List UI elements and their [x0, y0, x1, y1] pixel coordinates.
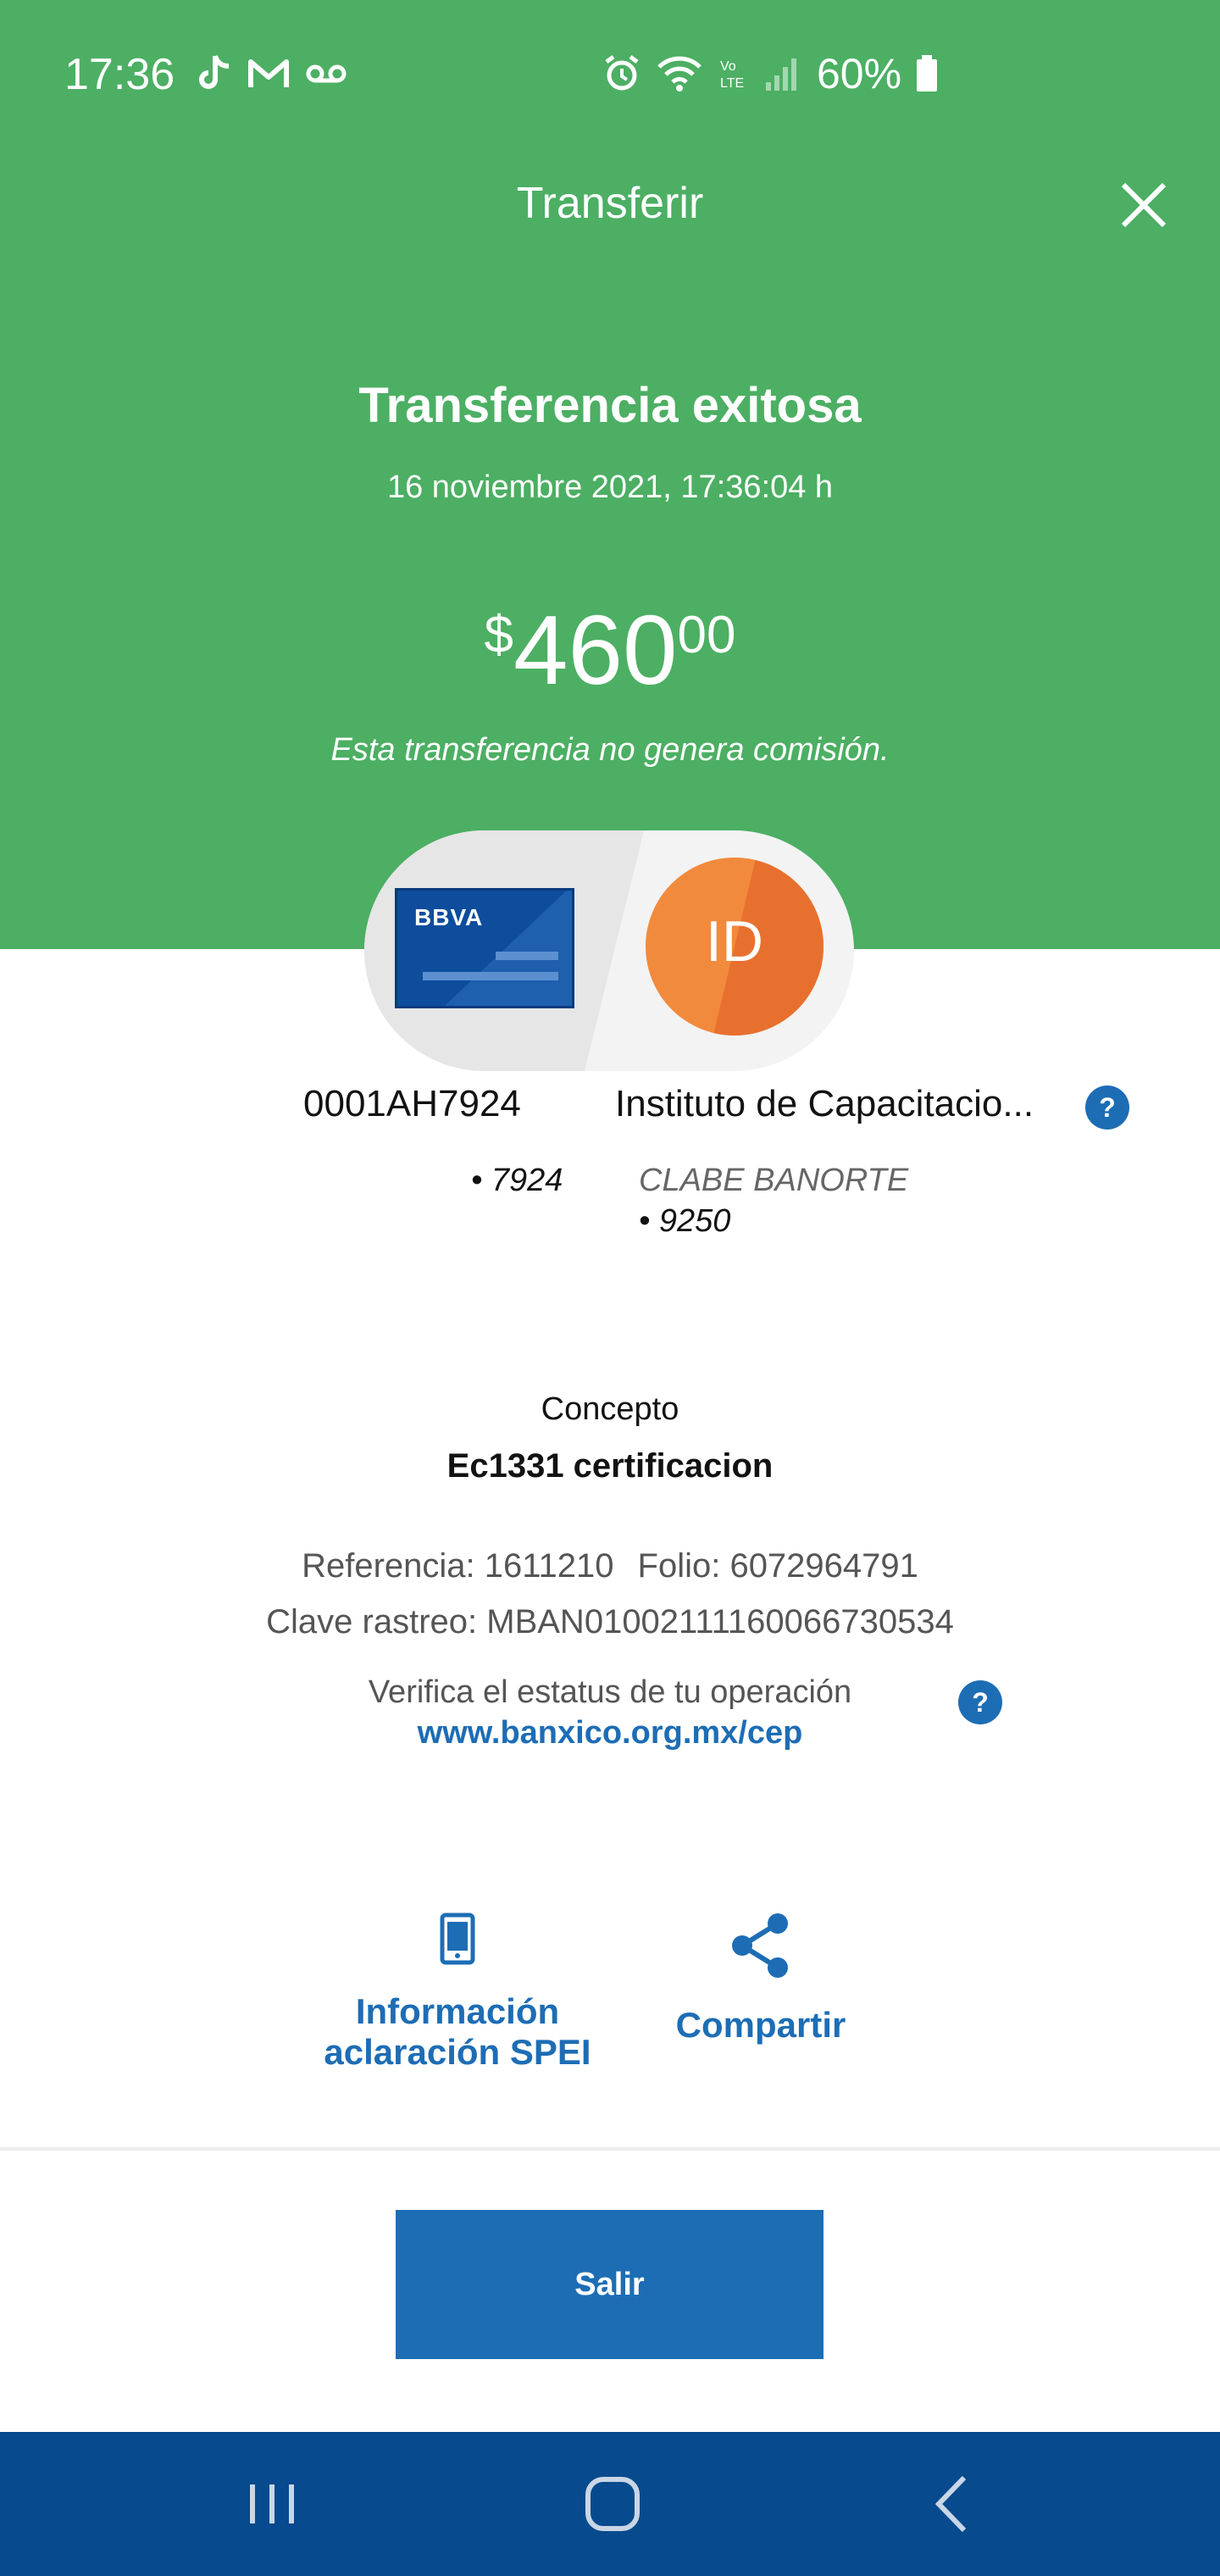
- svg-text:Vo: Vo: [720, 59, 736, 74]
- transfer-amount: $46000: [0, 593, 1220, 707]
- navigation-bar: [0, 2432, 1220, 2576]
- home-icon[interactable]: [574, 2466, 651, 2542]
- amount-integer: 460: [513, 595, 678, 705]
- alarm-icon: [605, 55, 639, 91]
- transfer-parties-graphic: BBVA ID: [364, 830, 854, 1071]
- gmail-icon: [248, 59, 289, 87]
- battery-icon: [917, 55, 938, 92]
- amount-decimals: 00: [677, 606, 736, 664]
- recent-apps-icon[interactable]: [234, 2466, 310, 2542]
- avatar-initials: ID: [706, 909, 763, 974]
- signal-icon: [766, 58, 796, 91]
- success-title: Transferencia exitosa: [358, 378, 862, 433]
- bbva-card-icon: BBVA: [395, 888, 574, 1008]
- close-icon[interactable]: [1117, 178, 1171, 232]
- amount-currency: $: [484, 606, 513, 664]
- reference-row: Referencia: 1611210 Folio: 6072964791: [0, 1547, 1220, 1585]
- volte-icon: Vo LTE: [720, 59, 744, 91]
- tracking-key: Clave rastreo: MBAN01002111160066730534: [266, 1603, 954, 1641]
- concept-label: Concepto: [541, 1391, 679, 1427]
- share-button[interactable]: Compartir: [652, 1912, 869, 2046]
- tiktok-icon: [199, 55, 230, 89]
- reference-number: Referencia: 1611210: [302, 1547, 614, 1585]
- divider: [0, 2147, 1220, 2151]
- spei-info-button[interactable]: Información aclaración SPEI: [305, 1912, 610, 2073]
- status-time: 17:36: [64, 50, 175, 99]
- battery-percent: 60%: [817, 50, 902, 97]
- share-label: Compartir: [675, 2005, 846, 2045]
- destination-last-digits: • 9250: [639, 1203, 731, 1239]
- spei-info-label-1: Información: [355, 1991, 560, 2031]
- verify-text: Verifica el estatus de tu operación: [368, 1674, 852, 1710]
- banxico-link[interactable]: www.banxico.org.mx/cep: [0, 1715, 1220, 1752]
- svg-text:?: ?: [972, 1687, 989, 1718]
- help-icon[interactable]: ?: [1084, 1085, 1130, 1130]
- share-icon: [732, 1913, 788, 1978]
- verify-help-icon[interactable]: ?: [957, 1679, 1003, 1725]
- notification-icons: [195, 53, 347, 95]
- origin-last-digits: • 7924: [471, 1163, 563, 1198]
- concept-value: Ec1331 certificacion: [446, 1447, 774, 1485]
- status-bar: 17:36 Vo LTE 60%: [0, 0, 1220, 153]
- bank-logo: BBVA: [414, 904, 484, 930]
- transfer-datetime: 16 noviembre 2021, 17:36:04 h: [386, 469, 834, 505]
- voicemail-icon: [306, 64, 347, 83]
- page-title: Transferir: [516, 179, 704, 228]
- spei-info-label-2: aclaración SPEI: [324, 2032, 591, 2072]
- fee-note: Esta transferencia no genera comisión.: [330, 732, 890, 768]
- destination-name: Instituto de Capacitacio...: [615, 1083, 1034, 1124]
- destination-avatar: ID: [646, 858, 824, 1035]
- origin-account: 0001AH7924: [303, 1083, 521, 1124]
- system-icons: Vo LTE 60%: [602, 49, 939, 98]
- phone-icon: [440, 1913, 475, 1965]
- destination-account-type: CLABE BANORTE: [639, 1163, 909, 1198]
- exit-button[interactable]: Salir: [396, 2210, 824, 2359]
- svg-text:?: ?: [1099, 1092, 1116, 1123]
- svg-text:LTE: LTE: [720, 76, 744, 91]
- wifi-icon: [657, 56, 702, 92]
- back-icon[interactable]: [915, 2466, 991, 2542]
- folio-number: Folio: 6072964791: [637, 1547, 918, 1585]
